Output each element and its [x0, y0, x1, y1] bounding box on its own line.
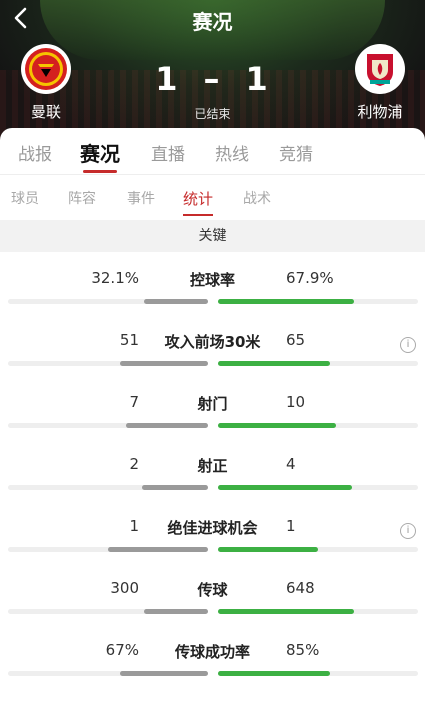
stat-row: 67% 传球成功率 85%	[0, 641, 425, 703]
stat-name: 射正	[197, 457, 228, 475]
subtab-tactics[interactable]: 战术	[243, 188, 271, 208]
subtab-events[interactable]: 事件	[127, 188, 155, 208]
home-bar	[126, 423, 208, 428]
home-bar	[143, 299, 208, 304]
stat-row: 1 绝佳进球机会 1 i	[0, 517, 425, 579]
away-bar	[218, 423, 336, 428]
away-score: 1	[245, 60, 270, 98]
stat-away-value: 85%	[286, 641, 320, 659]
away-bar	[218, 361, 330, 366]
stat-row: 7 射门 10	[0, 393, 425, 455]
stat-name: 控球率	[189, 271, 235, 289]
away-bar	[218, 299, 354, 304]
stat-row: 32.1% 控球率 67.9%	[0, 269, 425, 331]
home-bar-track	[8, 609, 208, 614]
away-bar-track	[218, 609, 418, 614]
subtab-stats[interactable]: 统计	[183, 188, 213, 209]
away-bar	[218, 547, 318, 552]
away-team-name[interactable]: 利物浦	[335, 101, 425, 122]
home-bar	[120, 671, 208, 676]
tab-hotline[interactable]: 热线	[215, 140, 249, 165]
home-score: 1	[155, 60, 180, 98]
tab-betting[interactable]: 竞猜	[279, 140, 313, 165]
stat-name: 传球成功率	[174, 643, 250, 661]
stat-away-value: 648	[286, 579, 315, 597]
stat-row: 2 射正 4	[0, 455, 425, 517]
stat-away-value: 65	[286, 331, 306, 349]
main-tabs: 战报 赛况 直播 热线 竞猜	[0, 128, 425, 175]
home-bar-track	[8, 361, 208, 366]
match-content-card: 战报 赛况 直播 热线 竞猜 球员 阵容 事件 统计 战术 关键 32.1% 控…	[0, 128, 425, 682]
stat-name: 射门	[197, 395, 228, 413]
stat-row: 51 攻入前场30米 65 i	[0, 331, 425, 393]
away-bar-track	[218, 485, 418, 490]
tab-match[interactable]: 赛况	[80, 138, 120, 167]
home-bar	[120, 361, 208, 366]
stat-row: 300 传球 648	[0, 579, 425, 641]
away-bar	[218, 485, 352, 490]
stat-name: 攻入前场30米	[164, 333, 261, 351]
tab-report[interactable]: 战报	[18, 140, 52, 165]
sub-tabs: 球员 阵容 事件 统计 战术	[0, 175, 425, 219]
home-bar-track	[8, 547, 208, 552]
home-bar	[142, 485, 208, 490]
home-bar-track	[8, 485, 208, 490]
away-bar-track	[218, 299, 418, 304]
section-title: 关键	[0, 220, 425, 252]
stat-away-value: 4	[286, 455, 296, 473]
away-bar-track	[218, 671, 418, 676]
stat-name: 传球	[197, 581, 228, 599]
away-bar-track	[218, 423, 418, 428]
info-icon[interactable]: i	[400, 337, 416, 353]
stat-away-value: 67.9%	[286, 269, 334, 287]
match-header: 赛况 曼联 1–1 已结束 利物浦	[0, 0, 425, 140]
page-title: 赛况	[192, 10, 233, 34]
score-separator: –	[203, 60, 222, 98]
home-bar	[108, 547, 208, 552]
stat-away-value: 10	[286, 393, 306, 411]
subtab-players[interactable]: 球员	[11, 188, 39, 208]
home-bar-track	[8, 423, 208, 428]
liverpool-crest-icon[interactable]	[355, 44, 405, 94]
subtab-lineup[interactable]: 阵容	[68, 188, 96, 208]
stat-away-value: 1	[286, 517, 296, 535]
home-bar-track	[8, 671, 208, 676]
home-bar	[144, 609, 208, 614]
away-bar	[218, 671, 330, 676]
active-tab-indicator	[83, 170, 117, 173]
away-bar	[218, 609, 354, 614]
away-bar-track	[218, 547, 418, 552]
info-icon[interactable]: i	[400, 523, 416, 539]
tab-live[interactable]: 直播	[151, 140, 185, 165]
home-bar-track	[8, 299, 208, 304]
stat-name: 绝佳进球机会	[167, 519, 258, 537]
away-bar-track	[218, 361, 418, 366]
active-subtab-indicator	[183, 214, 213, 216]
